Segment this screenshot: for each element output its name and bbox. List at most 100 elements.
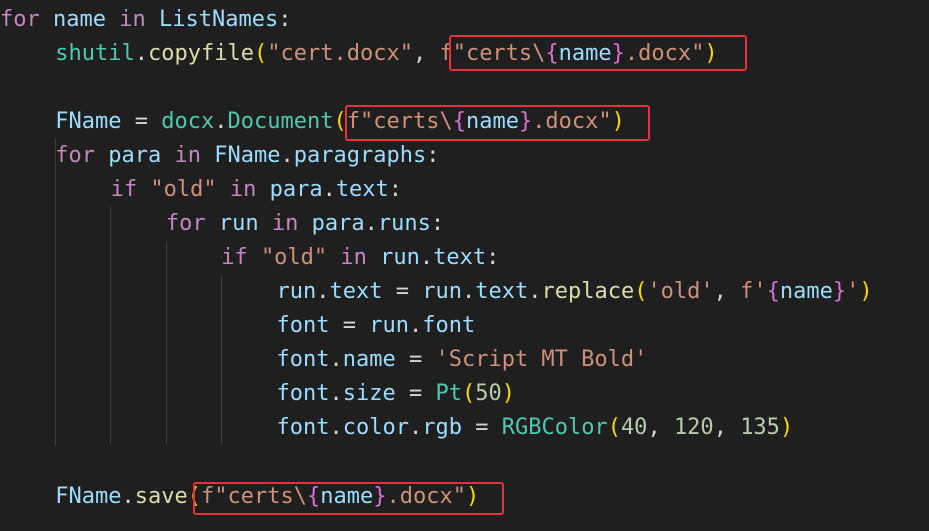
code-token: , xyxy=(713,415,741,440)
code-token: para xyxy=(311,211,365,236)
code-token: name xyxy=(342,347,396,372)
code-token: 50 xyxy=(475,381,502,406)
code-token: font xyxy=(422,313,476,338)
code-token: run xyxy=(218,211,259,236)
code-line: if "old" in run.text: xyxy=(221,241,499,275)
code-token: copyfile xyxy=(148,41,254,66)
code-token: "old" xyxy=(260,245,328,270)
highlight-box xyxy=(345,105,650,141)
code-token: = xyxy=(382,279,423,304)
code-token: ( xyxy=(254,41,268,66)
code-line: font.size = Pt(50) xyxy=(277,377,515,411)
code-token: for xyxy=(55,143,96,168)
code-token: 40 xyxy=(620,415,648,440)
code-token: runs xyxy=(377,211,431,236)
code-token: in xyxy=(271,211,299,236)
code-token: if xyxy=(110,177,138,202)
code-token: = xyxy=(395,381,436,406)
code-token: run xyxy=(369,313,409,338)
code-token: "old" xyxy=(150,177,217,202)
code-token: docx xyxy=(161,109,215,134)
code-token: save xyxy=(134,484,188,509)
code-token: run xyxy=(422,279,462,304)
code-token: color xyxy=(342,415,409,440)
code-line: for name in ListNames: xyxy=(0,3,291,37)
code-token: for xyxy=(165,211,206,236)
code-token: size xyxy=(342,381,396,406)
highlight-box xyxy=(193,482,504,515)
code-token: run xyxy=(380,245,420,270)
code-token: ListNames xyxy=(158,7,279,32)
code-token: if xyxy=(221,245,248,270)
code-token: "cert.docx" xyxy=(267,41,413,66)
code-line: font.color.rgb = RGBColor(40, 120, 135) xyxy=(277,411,794,445)
code-token: in xyxy=(119,7,146,32)
code-token: = xyxy=(121,109,162,134)
code-token: . xyxy=(316,279,330,304)
code-token: : xyxy=(486,245,500,270)
indent-guide xyxy=(55,139,56,445)
code-token: , xyxy=(412,41,440,66)
code-token: = xyxy=(329,313,370,338)
code-token: 'old' xyxy=(647,279,714,304)
code-token: para xyxy=(108,143,162,168)
code-token: . xyxy=(280,143,294,168)
code-token: . xyxy=(408,313,423,338)
code-token: ( xyxy=(607,415,621,440)
code-token: font xyxy=(276,415,330,440)
code-token: for xyxy=(0,7,40,32)
code-token: rgb xyxy=(422,415,462,440)
code-token: ) xyxy=(859,279,873,304)
highlight-box xyxy=(449,35,747,71)
code-token: text xyxy=(475,279,529,304)
code-line: font.name = 'Script MT Bold' xyxy=(277,343,648,377)
code-token: . xyxy=(121,484,135,509)
code-line: for run in para.runs: xyxy=(166,207,444,241)
code-token: . xyxy=(329,347,343,372)
code-token: ) xyxy=(501,381,515,406)
code-editor[interactable]: for name in ListNames: shutil.copyfile("c… xyxy=(0,0,929,531)
code-token: . xyxy=(461,279,476,304)
code-token: . xyxy=(419,245,434,270)
code-token: 135 xyxy=(740,415,780,440)
indent-guide xyxy=(110,207,111,445)
code-token: , xyxy=(647,415,674,440)
code-token: para xyxy=(269,177,323,202)
code-token: run xyxy=(276,279,317,304)
code-token: text xyxy=(329,279,383,304)
code-token: in xyxy=(229,177,257,202)
code-token: . xyxy=(329,381,343,406)
code-token: name xyxy=(53,7,106,32)
code-token: { xyxy=(766,279,780,304)
code-token: = xyxy=(461,415,502,440)
code-token: : xyxy=(426,143,440,168)
code-line: run.text = run.text.replace('old', f'{na… xyxy=(277,275,873,309)
code-token: = xyxy=(395,347,436,372)
indent-guide xyxy=(166,241,167,445)
code-token: font xyxy=(276,381,330,406)
code-token: . xyxy=(214,109,228,134)
code-token: in xyxy=(174,143,202,168)
code-token: Pt xyxy=(435,381,462,406)
code-token: ) xyxy=(779,415,794,440)
code-token: in xyxy=(340,245,367,270)
code-token: text xyxy=(433,245,487,270)
code-token: ( xyxy=(461,381,476,406)
code-line: for para in FName.paragraphs: xyxy=(55,139,439,173)
code-token: ' xyxy=(846,279,860,304)
code-token: . xyxy=(408,415,423,440)
